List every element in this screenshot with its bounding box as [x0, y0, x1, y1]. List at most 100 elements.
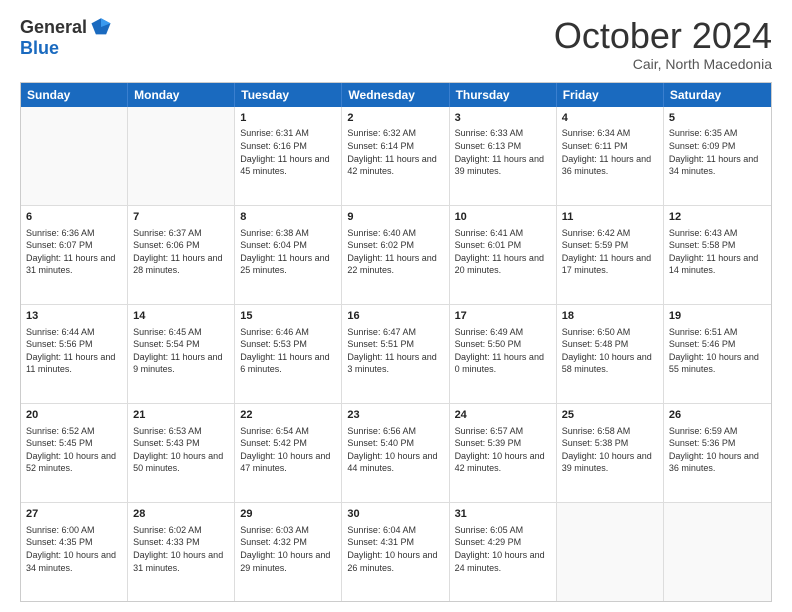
day-details: Sunrise: 6:50 AM Sunset: 5:48 PM Dayligh…: [562, 326, 658, 376]
header: General Blue October 2024 Cair, North Ma…: [20, 16, 772, 72]
day-number: 14: [133, 309, 229, 324]
day-number: 22: [240, 408, 336, 423]
day-number: 23: [347, 408, 443, 423]
day-details: Sunrise: 6:52 AM Sunset: 5:45 PM Dayligh…: [26, 425, 122, 475]
day-details: Sunrise: 6:40 AM Sunset: 6:02 PM Dayligh…: [347, 227, 443, 277]
calendar-cell: 15 Sunrise: 6:46 AM Sunset: 5:53 PM Dayli…: [235, 305, 342, 403]
calendar-cell: 25Sunrise: 6:58 AM Sunset: 5:38 PM Dayli…: [557, 404, 664, 502]
day-number: 24: [455, 408, 551, 423]
calendar-cell: 3Sunrise: 6:33 AM Sunset: 6:13 PM Daylig…: [450, 107, 557, 205]
title-section: October 2024 Cair, North Macedonia: [554, 16, 772, 72]
day-number: 28: [133, 507, 229, 522]
calendar-row-1: 6Sunrise: 6:36 AM Sunset: 6:07 PM Daylig…: [21, 206, 771, 305]
day-details: Sunrise: 6:03 AM Sunset: 4:32 PM Dayligh…: [240, 524, 336, 574]
logo-flag-icon: [90, 16, 112, 38]
day-details: Sunrise: 6:47 AM Sunset: 5:51 PM Dayligh…: [347, 326, 443, 376]
day-number: 30: [347, 507, 443, 522]
day-number: 19: [669, 309, 766, 324]
day-details: Sunrise: 6:59 AM Sunset: 5:36 PM Dayligh…: [669, 425, 766, 475]
calendar-cell: 5Sunrise: 6:35 AM Sunset: 6:09 PM Daylig…: [664, 107, 771, 205]
calendar-cell: 8 Sunrise: 6:38 AM Sunset: 6:04 PM Daylig…: [235, 206, 342, 304]
day-number: 6: [26, 210, 122, 225]
calendar-cell: 11 Sunrise: 6:42 AM Sunset: 5:59 PM Dayli…: [557, 206, 664, 304]
weekday-header-monday: Monday: [128, 83, 235, 107]
day-number: 15: [240, 309, 336, 324]
day-number: 8: [240, 210, 336, 225]
calendar-cell: 14 Sunrise: 6:45 AM Sunset: 5:54 PM Dayli…: [128, 305, 235, 403]
calendar-cell: 26 Sunrise: 6:59 AM Sunset: 5:36 PM Dayli…: [664, 404, 771, 502]
logo: General Blue: [20, 16, 112, 59]
calendar: SundayMondayTuesdayWednesdayThursdayFrid…: [20, 82, 772, 602]
day-details: Sunrise: 6:43 AM Sunset: 5:58 PM Dayligh…: [669, 227, 766, 277]
day-details: Sunrise: 6:00 AM Sunset: 4:35 PM Dayligh…: [26, 524, 122, 574]
day-details: Sunrise: 6:56 AM Sunset: 5:40 PM Dayligh…: [347, 425, 443, 475]
calendar-row-2: 13Sunrise: 6:44 AM Sunset: 5:56 PM Dayli…: [21, 305, 771, 404]
day-number: 3: [455, 111, 551, 126]
day-details: Sunrise: 6:02 AM Sunset: 4:33 PM Dayligh…: [133, 524, 229, 574]
calendar-cell: 19 Sunrise: 6:51 AM Sunset: 5:46 PM Dayli…: [664, 305, 771, 403]
day-details: Sunrise: 6:45 AM Sunset: 5:54 PM Dayligh…: [133, 326, 229, 376]
calendar-cell: 2Sunrise: 6:32 AM Sunset: 6:14 PM Daylig…: [342, 107, 449, 205]
calendar-cell: 13Sunrise: 6:44 AM Sunset: 5:56 PM Dayli…: [21, 305, 128, 403]
logo-blue-text: Blue: [20, 38, 59, 58]
day-number: 31: [455, 507, 551, 522]
calendar-cell: 21Sunrise: 6:53 AM Sunset: 5:43 PM Dayli…: [128, 404, 235, 502]
calendar-cell: 10Sunrise: 6:41 AM Sunset: 6:01 PM Dayli…: [450, 206, 557, 304]
day-number: 16: [347, 309, 443, 324]
calendar-cell: 20Sunrise: 6:52 AM Sunset: 5:45 PM Dayli…: [21, 404, 128, 502]
weekday-header-tuesday: Tuesday: [235, 83, 342, 107]
calendar-cell: 9 Sunrise: 6:40 AM Sunset: 6:02 PM Daylig…: [342, 206, 449, 304]
calendar-cell: [128, 107, 235, 205]
day-details: Sunrise: 6:57 AM Sunset: 5:39 PM Dayligh…: [455, 425, 551, 475]
day-number: 26: [669, 408, 766, 423]
calendar-body: 1Sunrise: 6:31 AM Sunset: 6:16 PM Daylig…: [21, 107, 771, 601]
day-number: 10: [455, 210, 551, 225]
day-number: 5: [669, 111, 766, 126]
calendar-cell: 31 Sunrise: 6:05 AM Sunset: 4:29 PM Dayli…: [450, 503, 557, 601]
calendar-cell: 30 Sunrise: 6:04 AM Sunset: 4:31 PM Dayli…: [342, 503, 449, 601]
day-details: Sunrise: 6:42 AM Sunset: 5:59 PM Dayligh…: [562, 227, 658, 277]
location-subtitle: Cair, North Macedonia: [554, 56, 772, 72]
calendar-cell: 17Sunrise: 6:49 AM Sunset: 5:50 PM Dayli…: [450, 305, 557, 403]
day-number: 9: [347, 210, 443, 225]
weekday-header-friday: Friday: [557, 83, 664, 107]
day-details: Sunrise: 6:04 AM Sunset: 4:31 PM Dayligh…: [347, 524, 443, 574]
day-details: Sunrise: 6:53 AM Sunset: 5:43 PM Dayligh…: [133, 425, 229, 475]
day-details: Sunrise: 6:05 AM Sunset: 4:29 PM Dayligh…: [455, 524, 551, 574]
day-number: 1: [240, 111, 336, 126]
calendar-cell: 4Sunrise: 6:34 AM Sunset: 6:11 PM Daylig…: [557, 107, 664, 205]
day-number: 29: [240, 507, 336, 522]
weekday-header-sunday: Sunday: [21, 83, 128, 107]
calendar-cell: 24 Sunrise: 6:57 AM Sunset: 5:39 PM Dayli…: [450, 404, 557, 502]
weekday-header-saturday: Saturday: [664, 83, 771, 107]
calendar-cell: 7Sunrise: 6:37 AM Sunset: 6:06 PM Daylig…: [128, 206, 235, 304]
day-details: Sunrise: 6:38 AM Sunset: 6:04 PM Dayligh…: [240, 227, 336, 277]
calendar-cell: 6Sunrise: 6:36 AM Sunset: 6:07 PM Daylig…: [21, 206, 128, 304]
calendar-cell: 12 Sunrise: 6:43 AM Sunset: 5:58 PM Dayli…: [664, 206, 771, 304]
day-details: Sunrise: 6:54 AM Sunset: 5:42 PM Dayligh…: [240, 425, 336, 475]
day-number: 12: [669, 210, 766, 225]
weekday-header-thursday: Thursday: [450, 83, 557, 107]
page: General Blue October 2024 Cair, North Ma…: [0, 0, 792, 612]
day-details: Sunrise: 6:58 AM Sunset: 5:38 PM Dayligh…: [562, 425, 658, 475]
day-number: 4: [562, 111, 658, 126]
day-details: Sunrise: 6:35 AM Sunset: 6:09 PM Dayligh…: [669, 127, 766, 177]
calendar-cell: 18 Sunrise: 6:50 AM Sunset: 5:48 PM Dayli…: [557, 305, 664, 403]
calendar-cell: 27Sunrise: 6:00 AM Sunset: 4:35 PM Dayli…: [21, 503, 128, 601]
day-number: 11: [562, 210, 658, 225]
calendar-header: SundayMondayTuesdayWednesdayThursdayFrid…: [21, 83, 771, 107]
day-details: Sunrise: 6:33 AM Sunset: 6:13 PM Dayligh…: [455, 127, 551, 177]
calendar-cell: 22 Sunrise: 6:54 AM Sunset: 5:42 PM Dayli…: [235, 404, 342, 502]
calendar-cell: 29 Sunrise: 6:03 AM Sunset: 4:32 PM Dayli…: [235, 503, 342, 601]
calendar-cell: [21, 107, 128, 205]
calendar-row-0: 1Sunrise: 6:31 AM Sunset: 6:16 PM Daylig…: [21, 107, 771, 206]
day-details: Sunrise: 6:46 AM Sunset: 5:53 PM Dayligh…: [240, 326, 336, 376]
day-number: 2: [347, 111, 443, 126]
logo-general-text: General: [20, 17, 87, 38]
day-details: Sunrise: 6:51 AM Sunset: 5:46 PM Dayligh…: [669, 326, 766, 376]
day-number: 13: [26, 309, 122, 324]
day-number: 18: [562, 309, 658, 324]
calendar-cell: 28 Sunrise: 6:02 AM Sunset: 4:33 PM Dayli…: [128, 503, 235, 601]
day-details: Sunrise: 6:31 AM Sunset: 6:16 PM Dayligh…: [240, 127, 336, 177]
day-number: 7: [133, 210, 229, 225]
